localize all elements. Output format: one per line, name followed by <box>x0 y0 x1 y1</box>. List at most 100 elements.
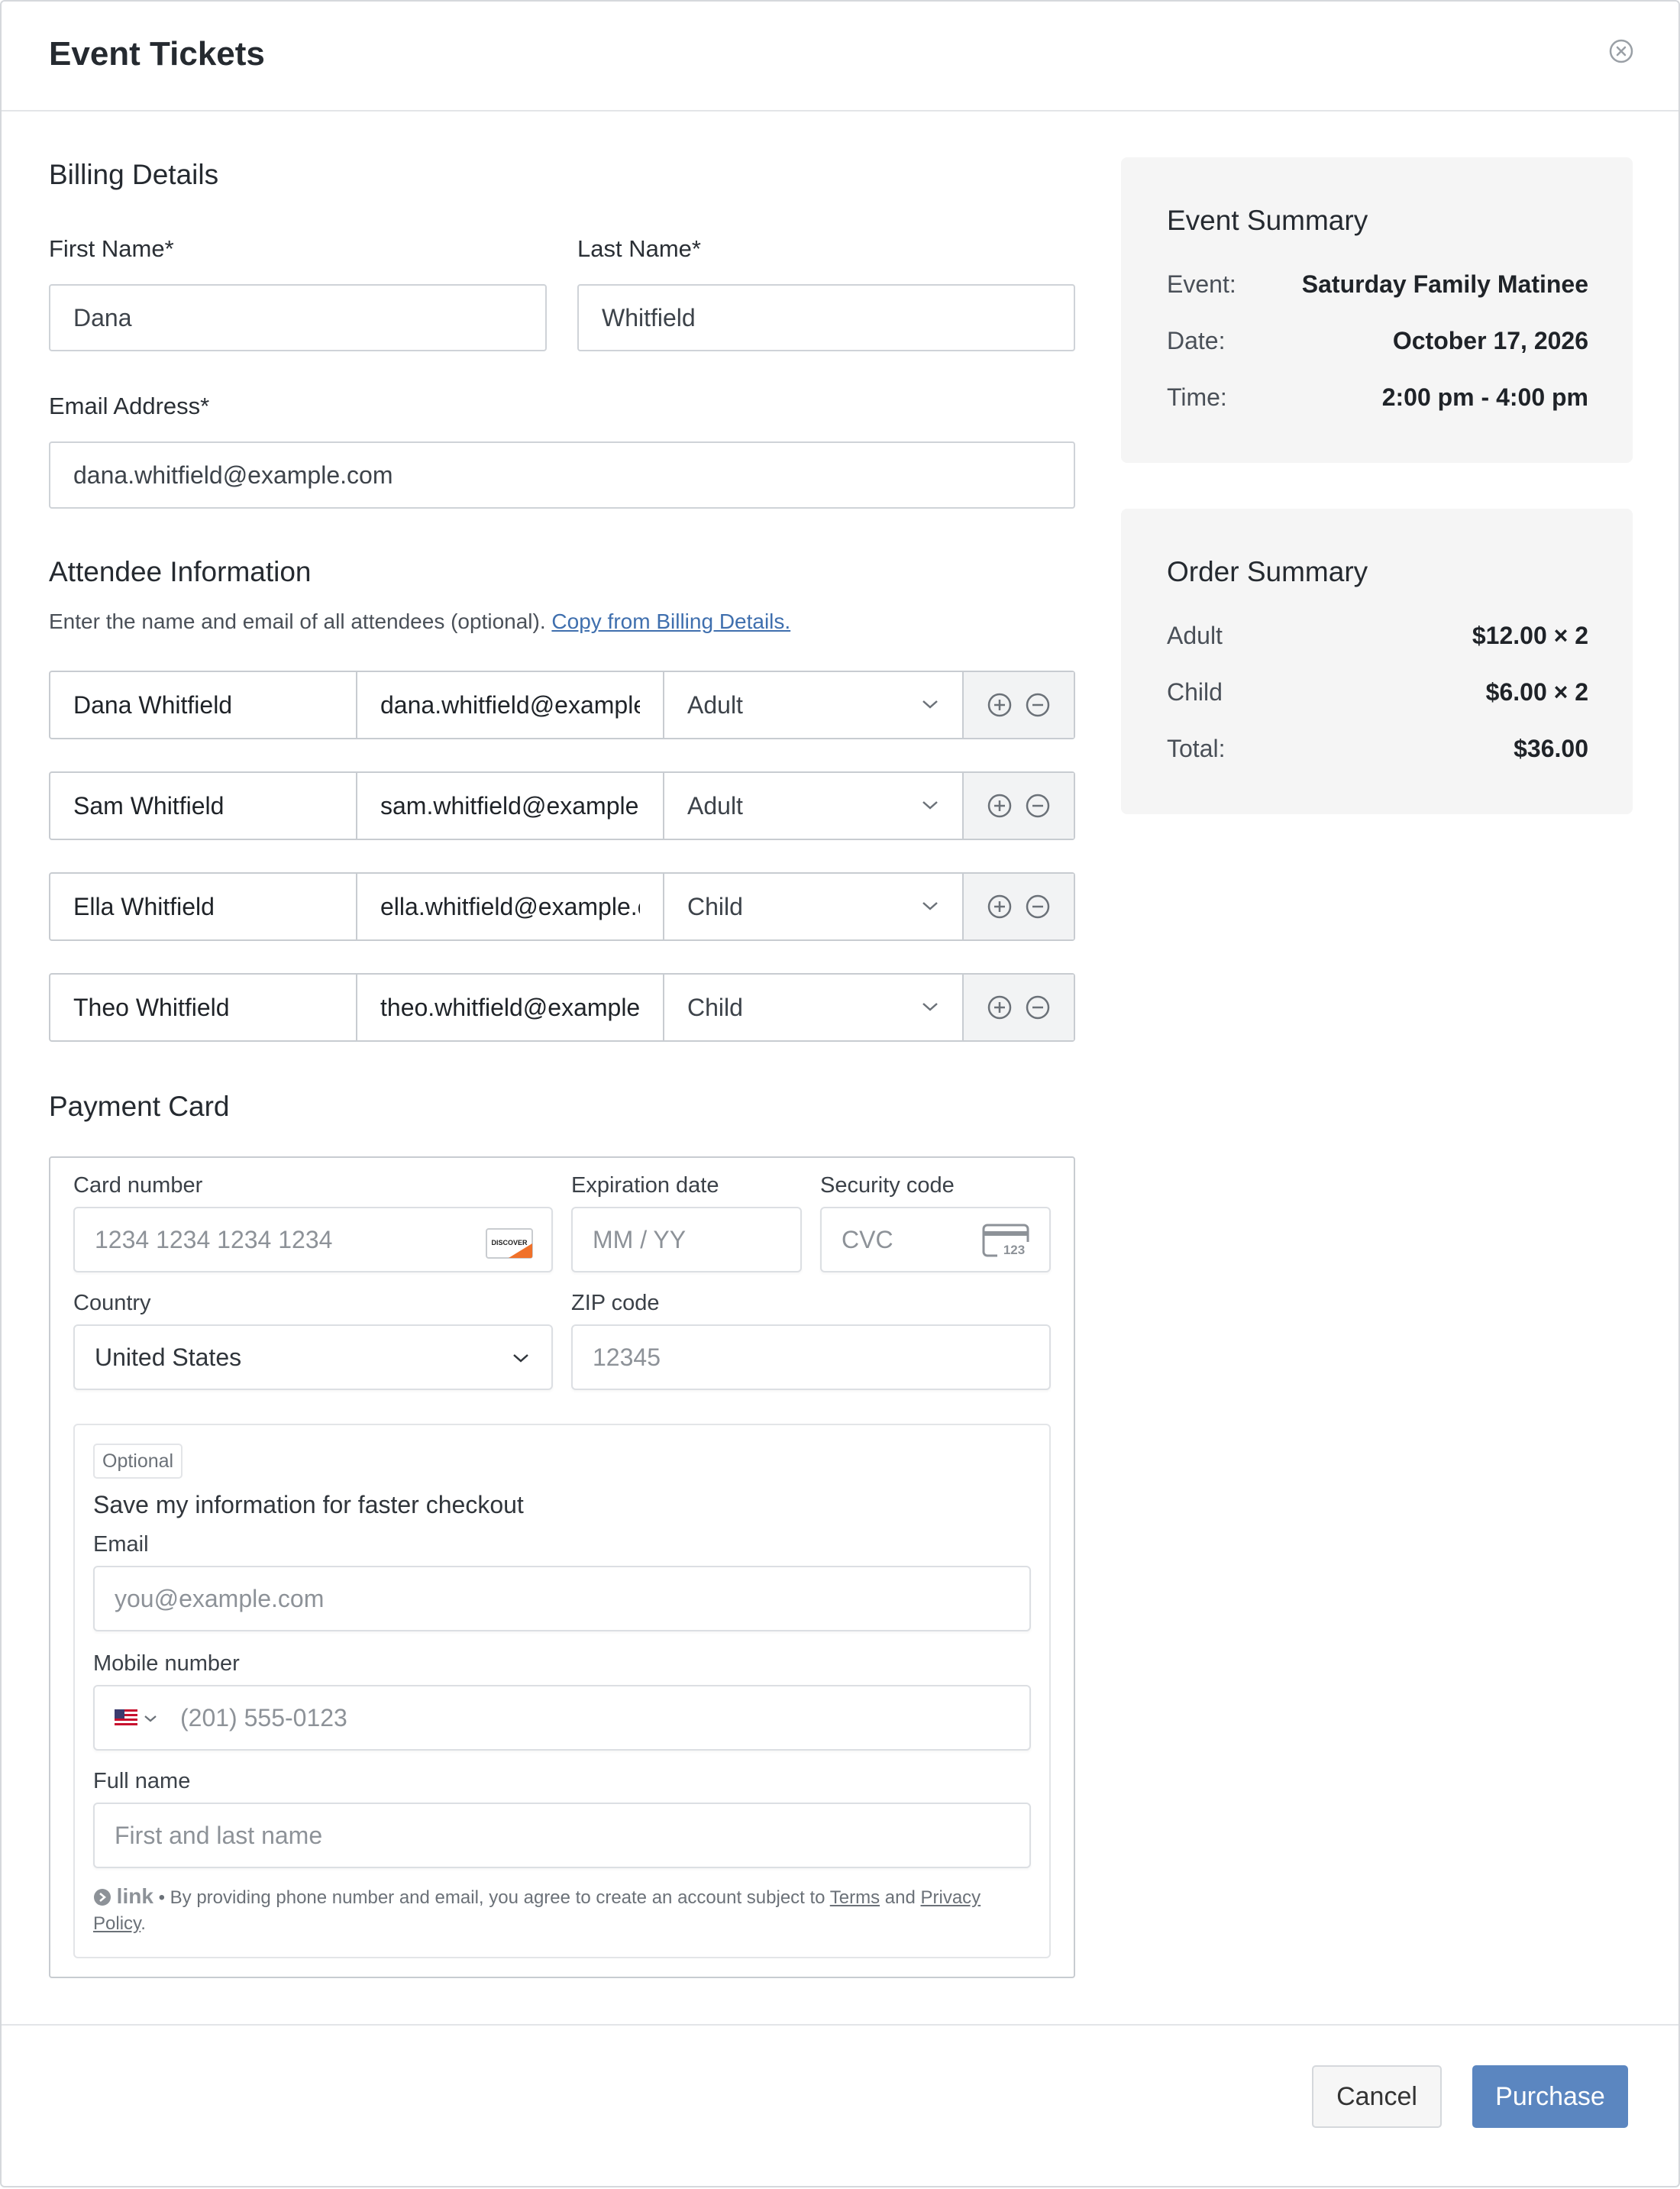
modal-footer: Cancel Purchase <box>2 2024 1678 2189</box>
event-summary-title: Event Summary <box>1167 205 1368 236</box>
attendee-type-select[interactable]: Child <box>664 975 964 1040</box>
event-tickets-modal: Event Tickets Billing Details First Name… <box>0 0 1680 2187</box>
remove-attendee-icon[interactable] <box>1025 994 1051 1020</box>
chevron-down-icon <box>922 902 938 910</box>
attendee-email-input[interactable]: ella.whitfield@example.com <box>357 874 664 939</box>
country-select[interactable]: United States <box>73 1324 553 1390</box>
country-label: Country <box>73 1291 151 1315</box>
cvc-card-icon: 123 <box>982 1224 1029 1257</box>
summary-total-value: $36.00 <box>1514 735 1588 762</box>
attendee-type-value: Adult <box>687 791 743 820</box>
remove-attendee-icon[interactable] <box>1025 894 1051 920</box>
summary-value: $6.00 × 2 <box>1485 678 1588 706</box>
terms-link[interactable]: Terms <box>830 1887 880 1908</box>
attendee-name-input[interactable]: Dana Whitfield <box>50 672 357 738</box>
attendee-email-input[interactable]: dana.whitfield@example.com <box>357 672 664 738</box>
order-summary-panel: Order Summary Adult $12.00 × 2 Child $6.… <box>1121 509 1633 814</box>
legal-prefix: • By providing phone number and email, y… <box>153 1887 830 1908</box>
legal-period: . <box>141 1913 146 1934</box>
chevron-down-icon <box>922 801 938 810</box>
link-email-input[interactable]: you@example.com <box>93 1566 1031 1631</box>
attendee-row: Dana Whitfield dana.whitfield@example.co… <box>49 671 1075 739</box>
purchase-button[interactable]: Purchase <box>1472 2065 1628 2128</box>
modal-header: Event Tickets <box>2 2 1678 112</box>
country-value: United States <box>95 1343 242 1371</box>
add-attendee-icon[interactable] <box>987 793 1013 819</box>
summary-key: Date: <box>1167 327 1226 354</box>
optional-badge: Optional <box>93 1444 183 1479</box>
mobile-number-input[interactable]: (201) 555-0123 <box>93 1685 1031 1751</box>
add-attendee-icon[interactable] <box>987 894 1013 920</box>
chevron-down-icon <box>144 1715 157 1722</box>
summary-value: Saturday Family Matinee <box>1301 270 1588 298</box>
attendee-email-value: sam.whitfield@example.com <box>380 791 640 820</box>
add-attendee-icon[interactable] <box>987 692 1013 718</box>
modal-title: Event Tickets <box>49 35 265 73</box>
attendee-actions <box>964 874 1074 939</box>
event-summary-panel: Event Summary Event: Saturday Family Mat… <box>1121 157 1633 463</box>
link-legal-text: link • By providing phone number and ema… <box>93 1883 1032 1937</box>
add-attendee-icon[interactable] <box>987 994 1013 1020</box>
attendee-information-heading: Attendee Information <box>49 556 312 587</box>
order-summary-total-row: Total: $36.00 <box>1167 735 1588 763</box>
event-summary-row: Time: 2:00 pm - 4:00 pm <box>1167 383 1588 412</box>
summary-key: Total: <box>1167 735 1226 762</box>
attendee-type-select[interactable]: Child <box>664 874 964 939</box>
attendee-actions <box>964 975 1074 1040</box>
remove-attendee-icon[interactable] <box>1025 793 1051 819</box>
card-brand-text: DISCOVER <box>491 1239 528 1246</box>
expiration-label: Expiration date <box>571 1173 719 1198</box>
attendee-email-input[interactable]: sam.whitfield@example.com <box>357 773 664 839</box>
attendee-type-select[interactable]: Adult <box>664 672 964 738</box>
attendee-email-input[interactable]: theo.whitfield@example.com <box>357 975 664 1040</box>
payment-element: Card number 1234 1234 1234 1234 DISCOVER… <box>49 1156 1075 1978</box>
card-number-label: Card number <box>73 1173 203 1198</box>
attendee-email-value: ella.whitfield@example.com <box>380 892 640 920</box>
attendee-type-select[interactable]: Adult <box>664 773 964 839</box>
email-address-label: Email Address* <box>49 393 210 419</box>
us-flag-icon[interactable] <box>115 1709 137 1726</box>
chevron-down-icon <box>513 1354 528 1363</box>
security-code-placeholder: CVC <box>842 1225 893 1253</box>
cvc-icon-text: 123 <box>1003 1243 1025 1257</box>
event-summary-row: Event: Saturday Family Matinee <box>1167 270 1588 299</box>
expiration-input[interactable]: MM / YY <box>571 1207 802 1272</box>
copy-from-billing-link[interactable]: Copy from Billing Details. <box>551 609 790 633</box>
attendee-email-value: theo.whitfield@example.com <box>380 993 640 1021</box>
remove-attendee-icon[interactable] <box>1025 692 1051 718</box>
attendee-note: Enter the name and email of all attendee… <box>49 609 790 634</box>
legal-and: and <box>880 1887 921 1908</box>
chevron-down-icon <box>922 1003 938 1011</box>
cancel-button[interactable]: Cancel <box>1312 2065 1442 2128</box>
attendee-name-input[interactable]: Theo Whitfield <box>50 975 357 1040</box>
attendee-row: Ella Whitfield ella.whitfield@example.co… <box>49 872 1075 941</box>
full-name-input[interactable]: First and last name <box>93 1803 1031 1868</box>
summary-key: Time: <box>1167 383 1227 411</box>
email-address-input[interactable]: dana.whitfield@example.com <box>49 441 1075 509</box>
first-name-input[interactable]: Dana <box>49 284 547 351</box>
last-name-label: Last Name* <box>577 235 701 262</box>
billing-details-heading: Billing Details <box>49 159 219 190</box>
attendee-type-value: Child <box>687 993 743 1021</box>
last-name-input[interactable]: Whitfield <box>577 284 1075 351</box>
attendee-name-input[interactable]: Ella Whitfield <box>50 874 357 939</box>
event-summary-row: Date: October 17, 2026 <box>1167 327 1588 355</box>
attendee-type-value: Child <box>687 892 743 920</box>
link-email-label: Email <box>93 1532 149 1557</box>
discover-card-icon: DISCOVER <box>486 1228 533 1259</box>
attendee-row: Sam Whitfield sam.whitfield@example.com … <box>49 771 1075 840</box>
card-number-input[interactable]: 1234 1234 1234 1234 DISCOVER <box>73 1207 553 1272</box>
attendee-type-value: Adult <box>687 690 743 719</box>
security-code-input[interactable]: CVC 123 <box>820 1207 1051 1272</box>
close-icon[interactable] <box>1608 38 1634 64</box>
chevron-down-icon <box>922 700 938 709</box>
attendee-actions <box>964 773 1074 839</box>
link-logo-icon <box>94 1889 111 1906</box>
attendee-name-input[interactable]: Sam Whitfield <box>50 773 357 839</box>
zip-code-input[interactable]: 12345 <box>571 1324 1051 1390</box>
order-summary-row: Adult $12.00 × 2 <box>1167 622 1588 650</box>
full-name-label: Full name <box>93 1769 191 1793</box>
save-info-text: Save my information for faster checkout <box>93 1491 524 1518</box>
order-summary-row: Child $6.00 × 2 <box>1167 678 1588 706</box>
payment-card-heading: Payment Card <box>49 1091 230 1122</box>
